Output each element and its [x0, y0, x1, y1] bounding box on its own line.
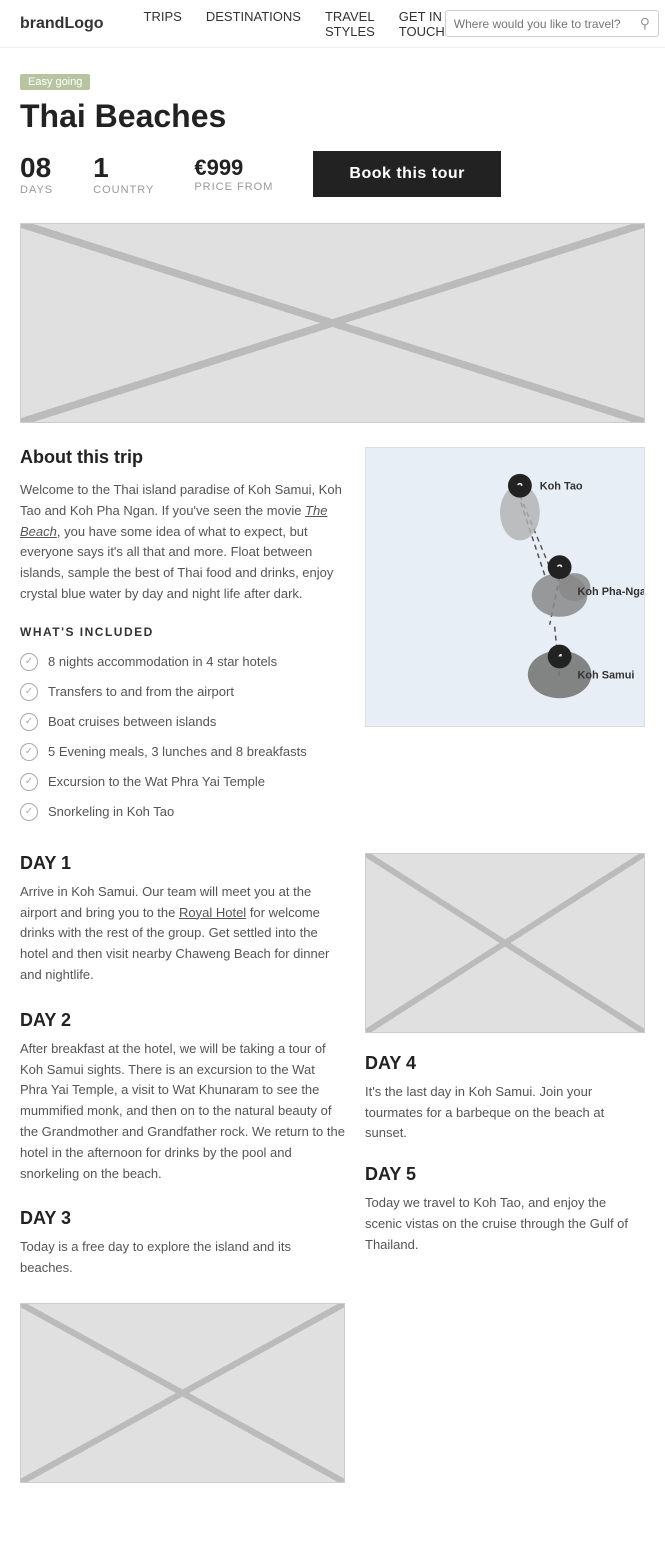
brand-logo[interactable]: brandLogo [20, 15, 104, 33]
day-2-title: DAY 2 [20, 1010, 345, 1031]
included-text: 8 nights accommodation in 4 star hotels [48, 654, 277, 669]
country-number: 1 [93, 152, 154, 184]
days-right: DAY 4 It's the last day in Koh Samui. Jo… [365, 853, 645, 1503]
map-container: 2 Koh Tao 2 Koh Pha-Ngan 4 Koh Samui [365, 447, 645, 727]
days-number: 08 [20, 152, 53, 184]
nav-links: TRIPS DESTINATIONS TRAVEL STYLES GET IN … [144, 9, 445, 39]
day-1: DAY 1 Arrive in Koh Samui. Our team will… [20, 853, 345, 986]
day-3-title: DAY 3 [20, 1208, 345, 1229]
days-meta: 08 DAYS [20, 152, 53, 196]
day-5-text: Today we travel to Koh Tao, and enjoy th… [365, 1193, 645, 1255]
included-item: ✓ 5 Evening meals, 3 lunches and 8 breakf… [20, 743, 345, 761]
day-5-title: DAY 5 [365, 1164, 645, 1185]
page-header: Easy going Thai Beaches 08 DAYS 1 COUNTR… [0, 48, 665, 213]
map-svg: 2 Koh Tao 2 Koh Pha-Ngan 4 Koh Samui [366, 448, 644, 726]
check-icon: ✓ [20, 713, 38, 731]
nav-destinations[interactable]: DESTINATIONS [206, 9, 301, 39]
included-text: Snorkeling in Koh Tao [48, 804, 174, 819]
included-text: 5 Evening meals, 3 lunches and 8 breakfa… [48, 744, 307, 759]
search-icon: ⚲ [640, 15, 650, 32]
trip-meta: 08 DAYS 1 COUNTRY €999 PRICE FROM Book t… [20, 151, 645, 197]
day-image-right [365, 853, 645, 1033]
navigation: brandLogo TRIPS DESTINATIONS TRAVEL STYL… [0, 0, 665, 48]
day-4-text: It's the last day in Koh Samui. Join you… [365, 1082, 645, 1144]
book-button[interactable]: Book this tour [313, 151, 500, 197]
day-image-left [20, 1303, 345, 1483]
svg-text:Koh Samui: Koh Samui [577, 669, 634, 681]
days-section: DAY 1 Arrive in Koh Samui. Our team will… [20, 853, 645, 1503]
day-1-text: Arrive in Koh Samui. Our team will meet … [20, 882, 345, 986]
nav-get-in-touch[interactable]: GET IN TOUCH [399, 9, 445, 39]
days-label: DAYS [20, 184, 53, 196]
hero-placeholder [21, 224, 644, 422]
included-item: ✓ 8 nights accommodation in 4 star hotels [20, 653, 345, 671]
days-left: DAY 1 Arrive in Koh Samui. Our team will… [20, 853, 345, 1503]
included-list: ✓ 8 nights accommodation in 4 star hotels… [20, 653, 345, 821]
day-2: DAY 2 After breakfast at the hotel, we w… [20, 1010, 345, 1185]
included-item: ✓ Transfers to and from the airport [20, 683, 345, 701]
check-icon: ✓ [20, 683, 38, 701]
svg-text:Koh Pha-Ngan: Koh Pha-Ngan [577, 586, 644, 598]
included-item: ✓ Boat cruises between islands [20, 713, 345, 731]
check-icon: ✓ [20, 653, 38, 671]
image-placeholder [21, 1304, 344, 1482]
price-label: PRICE FROM [194, 181, 273, 193]
day-3: DAY 3 Today is a free day to explore the… [20, 1208, 345, 1279]
image-placeholder-right [366, 854, 644, 1032]
about-title: About this trip [20, 447, 345, 468]
day-4: DAY 4 It's the last day in Koh Samui. Jo… [365, 1053, 645, 1144]
day-2-text: After breakfast at the hotel, we will be… [20, 1039, 345, 1185]
page-title: Thai Beaches [20, 98, 645, 135]
price-value: €999 [194, 155, 273, 181]
included-text: Transfers to and from the airport [48, 684, 234, 699]
about-left: About this trip Welcome to the Thai isla… [20, 447, 345, 833]
day-4-title: DAY 4 [365, 1053, 645, 1074]
price-meta: €999 PRICE FROM [194, 155, 273, 193]
day-1-title: DAY 1 [20, 853, 345, 874]
search-bar[interactable]: ⚲ [445, 10, 659, 37]
check-icon: ✓ [20, 743, 38, 761]
included-text: Excursion to the Wat Phra Yai Temple [48, 774, 265, 789]
hero-image [20, 223, 645, 423]
day-3-text: Today is a free day to explore the islan… [20, 1237, 345, 1279]
main-content: About this trip Welcome to the Thai isla… [0, 447, 665, 1543]
country-meta: 1 COUNTRY [93, 152, 154, 196]
included-item: ✓ Snorkeling in Koh Tao [20, 803, 345, 821]
map-column: 2 Koh Tao 2 Koh Pha-Ngan 4 Koh Samui [365, 447, 645, 833]
country-label: COUNTRY [93, 184, 154, 196]
included-title: WHAT'S INCLUDED [20, 625, 345, 639]
day-5: DAY 5 Today we travel to Koh Tao, and en… [365, 1164, 645, 1255]
included-item: ✓ Excursion to the Wat Phra Yai Temple [20, 773, 345, 791]
difficulty-badge: Easy going [20, 74, 90, 90]
check-icon: ✓ [20, 803, 38, 821]
about-section: About this trip Welcome to the Thai isla… [20, 447, 645, 833]
about-text: Welcome to the Thai island paradise of K… [20, 480, 345, 605]
included-text: Boat cruises between islands [48, 714, 216, 729]
nav-travel-styles[interactable]: TRAVEL STYLES [325, 9, 375, 39]
svg-text:Koh Tao: Koh Tao [540, 481, 583, 493]
nav-trips[interactable]: TRIPS [144, 9, 182, 39]
search-input[interactable] [454, 17, 634, 31]
check-icon: ✓ [20, 773, 38, 791]
